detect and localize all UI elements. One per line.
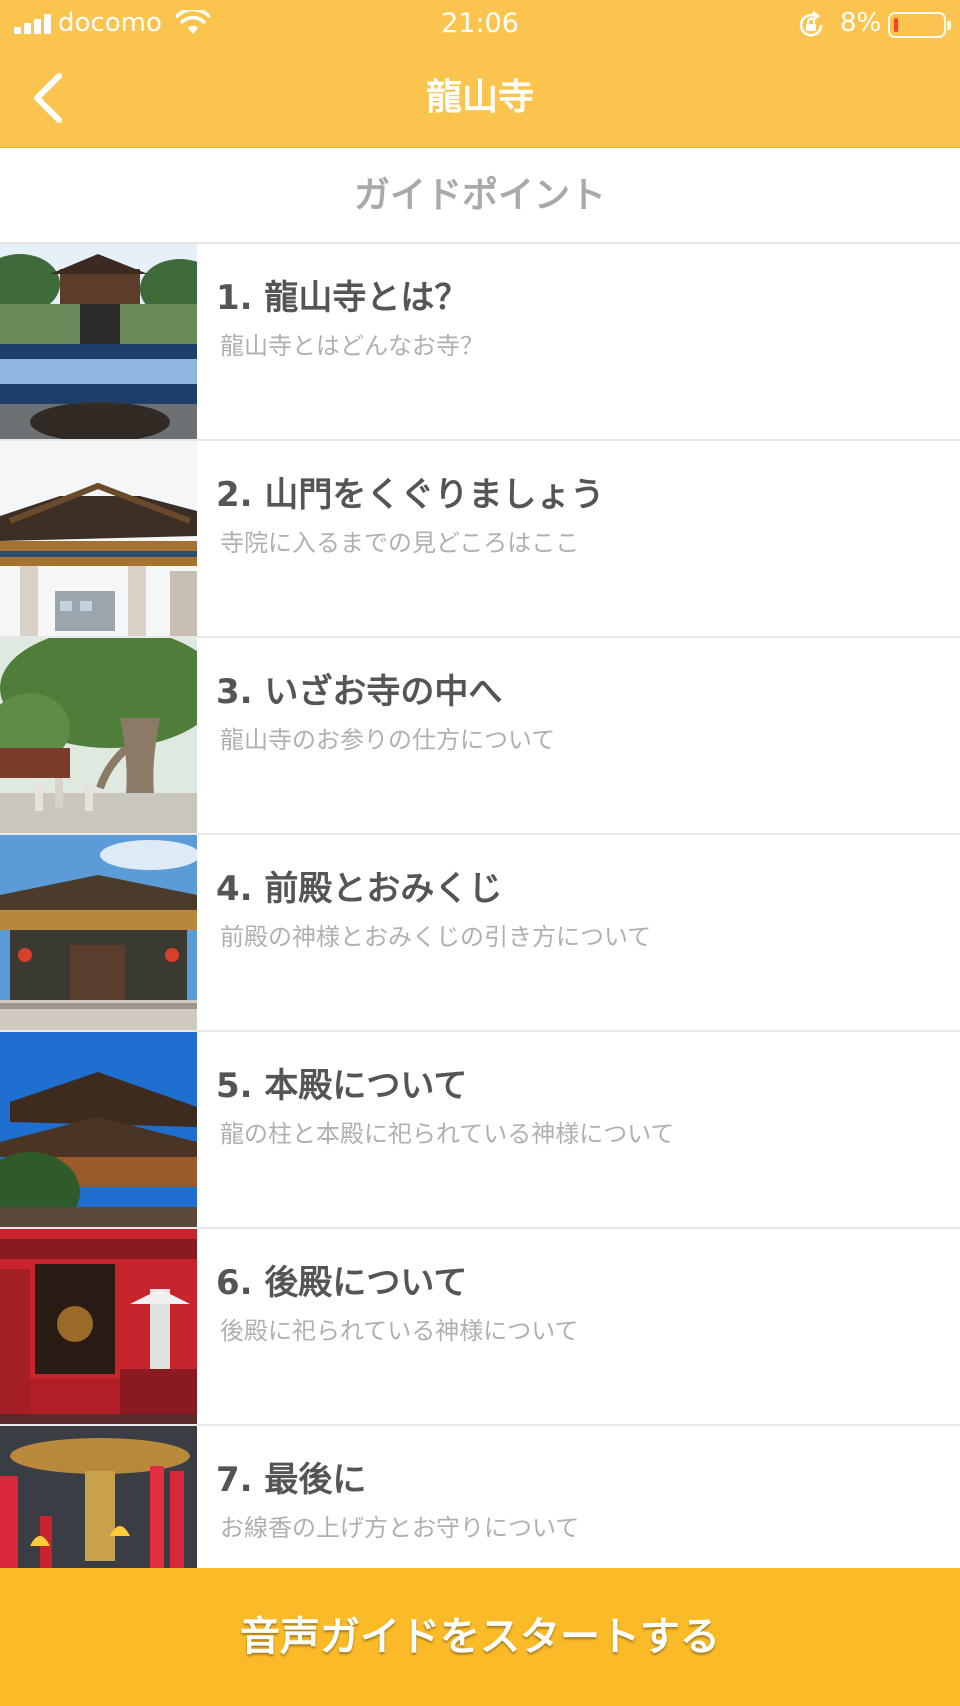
back-button[interactable] — [18, 66, 78, 130]
guide-point-item[interactable]: 6. 後殿について 後殿に祀られている神様について — [0, 1229, 960, 1426]
main-hall-thumbnail — [0, 1032, 197, 1227]
guide-point-subtitle: 龍山寺とはどんなお寺？ — [220, 332, 484, 360]
guide-point-subtitle: 龍の柱と本殿に祀られている神様について — [220, 1120, 675, 1148]
temple-courtyard-thumbnail — [0, 244, 197, 439]
guide-point-item[interactable]: 3. いざお寺の中へ 龍山寺のお参りの仕方について — [0, 638, 960, 835]
status-bar: docomo 21:06 8% — [0, 0, 960, 48]
guide-point-subtitle: 龍山寺のお参りの仕方について — [220, 726, 556, 754]
battery-percentage: 8% — [840, 8, 882, 38]
guide-point-subtitle: 後殿に祀られている神様について — [220, 1317, 579, 1345]
chevron-left-icon — [34, 73, 62, 123]
guide-point-subtitle: 寺院に入るまでの見どころはここ — [220, 529, 580, 557]
guide-point-title: 5. 本殿について — [216, 1066, 468, 1106]
guide-point-item[interactable]: 5. 本殿について 龍の柱と本殿に祀られている神様について — [0, 1032, 960, 1229]
rotation-lock-icon — [799, 10, 823, 37]
battery-icon — [888, 12, 951, 38]
guide-point-item[interactable]: 2. 山門をくぐりましょう 寺院に入るまでの見どころはここ — [0, 441, 960, 638]
guide-point-item[interactable]: 7. 最後に お線香の上げ方とお守りについて — [0, 1426, 960, 1568]
section-title: ガイドポイント — [0, 148, 960, 244]
guide-point-title: 1. 龍山寺とは？ — [216, 278, 469, 318]
header: docomo 21:06 8% 龍山寺 — [0, 0, 960, 148]
start-audio-guide-button[interactable]: 音声ガイドをスタートする — [0, 1568, 960, 1706]
guide-point-title: 6. 後殿について — [216, 1263, 468, 1303]
front-hall-thumbnail — [0, 835, 197, 1030]
guide-point-list: 1. 龍山寺とは？ 龍山寺とはどんなお寺？ 2. 山門をくぐりましょう 寺院に入… — [0, 244, 960, 1568]
temple-gate-thumbnail — [0, 441, 197, 636]
page-title: 龍山寺 — [425, 77, 534, 118]
banyan-tree-thumbnail — [0, 638, 197, 833]
guide-point-item[interactable]: 1. 龍山寺とは？ 龍山寺とはどんなお寺？ — [0, 244, 960, 441]
guide-point-subtitle: お線香の上げ方とお守りについて — [220, 1514, 580, 1542]
guide-point-title: 3. いざお寺の中へ — [216, 672, 503, 712]
guide-point-item[interactable]: 4. 前殿とおみくじ 前殿の神様とおみくじの引き方について — [0, 835, 960, 1032]
battery-level-fill — [894, 18, 898, 32]
rear-hall-thumbnail — [0, 1229, 197, 1424]
app-screen: docomo 21:06 8% 龍山寺 ガイドポイント 1. 龍山寺とは？ 龍山… — [0, 0, 960, 1706]
incense-burner-thumbnail — [0, 1426, 197, 1568]
guide-point-subtitle: 前殿の神様とおみくじの引き方について — [220, 923, 652, 951]
guide-point-title: 7. 最後に — [216, 1460, 367, 1500]
guide-point-title: 2. 山門をくぐりましょう — [216, 475, 605, 515]
guide-point-title: 4. 前殿とおみくじ — [216, 869, 503, 909]
